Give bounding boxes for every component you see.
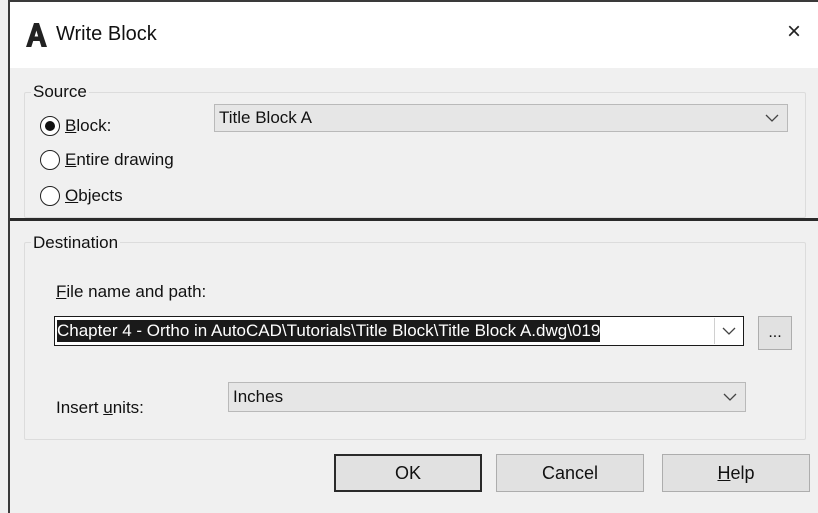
file-path-value: 019\Chapter 4 - Ortho in AutoCAD\Tutoria… — [57, 320, 601, 342]
block-name-value: Title Block A — [219, 108, 312, 127]
entire-drawing-radio-label: Entire drawing — [65, 150, 174, 169]
chevron-down-icon — [723, 393, 737, 401]
title-bar[interactable]: Write Block × — [10, 0, 818, 68]
objects-radio-circle — [40, 186, 60, 206]
window-title: Write Block — [56, 23, 157, 45]
insert-units-value: Inches — [233, 387, 284, 406]
entire-drawing-radio-circle — [40, 150, 60, 170]
help-button-label: Help — [717, 462, 755, 483]
block-radio-circle — [40, 116, 60, 136]
help-button[interactable]: Help — [662, 454, 810, 492]
section-divider — [10, 218, 818, 221]
file-path-dropdown-button[interactable] — [714, 318, 742, 344]
source-group-label: Source — [31, 82, 89, 102]
browse-button[interactable]: ... — [758, 316, 792, 350]
block-radio-label: Block: — [65, 116, 112, 135]
objects-radio-label: Objects — [65, 186, 123, 205]
block-radio[interactable]: Block: — [40, 116, 111, 136]
write-block-dialog: Write Block × Source Block: Entire drawi… — [0, 0, 818, 513]
insert-units-combobox[interactable]: Inches — [228, 382, 746, 412]
close-button[interactable]: × — [782, 18, 806, 46]
autocad-a-icon — [24, 22, 48, 48]
file-path-input[interactable]: 019\Chapter 4 - Ortho in AutoCAD\Tutoria… — [54, 316, 744, 346]
destination-group-label: Destination — [31, 233, 121, 253]
file-name-path-label: File name and path: — [56, 282, 207, 301]
chevron-down-icon — [765, 114, 779, 122]
radio-selected-dot — [45, 121, 55, 131]
entire-drawing-radio[interactable]: Entire drawing — [40, 150, 174, 170]
ok-button[interactable]: OK — [334, 454, 482, 492]
block-name-combobox[interactable]: Title Block A — [214, 104, 788, 132]
objects-radio[interactable]: Objects — [40, 186, 123, 206]
window-left-border — [8, 0, 10, 513]
insert-units-label: Insert units: — [56, 398, 144, 417]
chevron-down-icon — [722, 327, 735, 335]
cancel-button[interactable]: Cancel — [496, 454, 644, 492]
